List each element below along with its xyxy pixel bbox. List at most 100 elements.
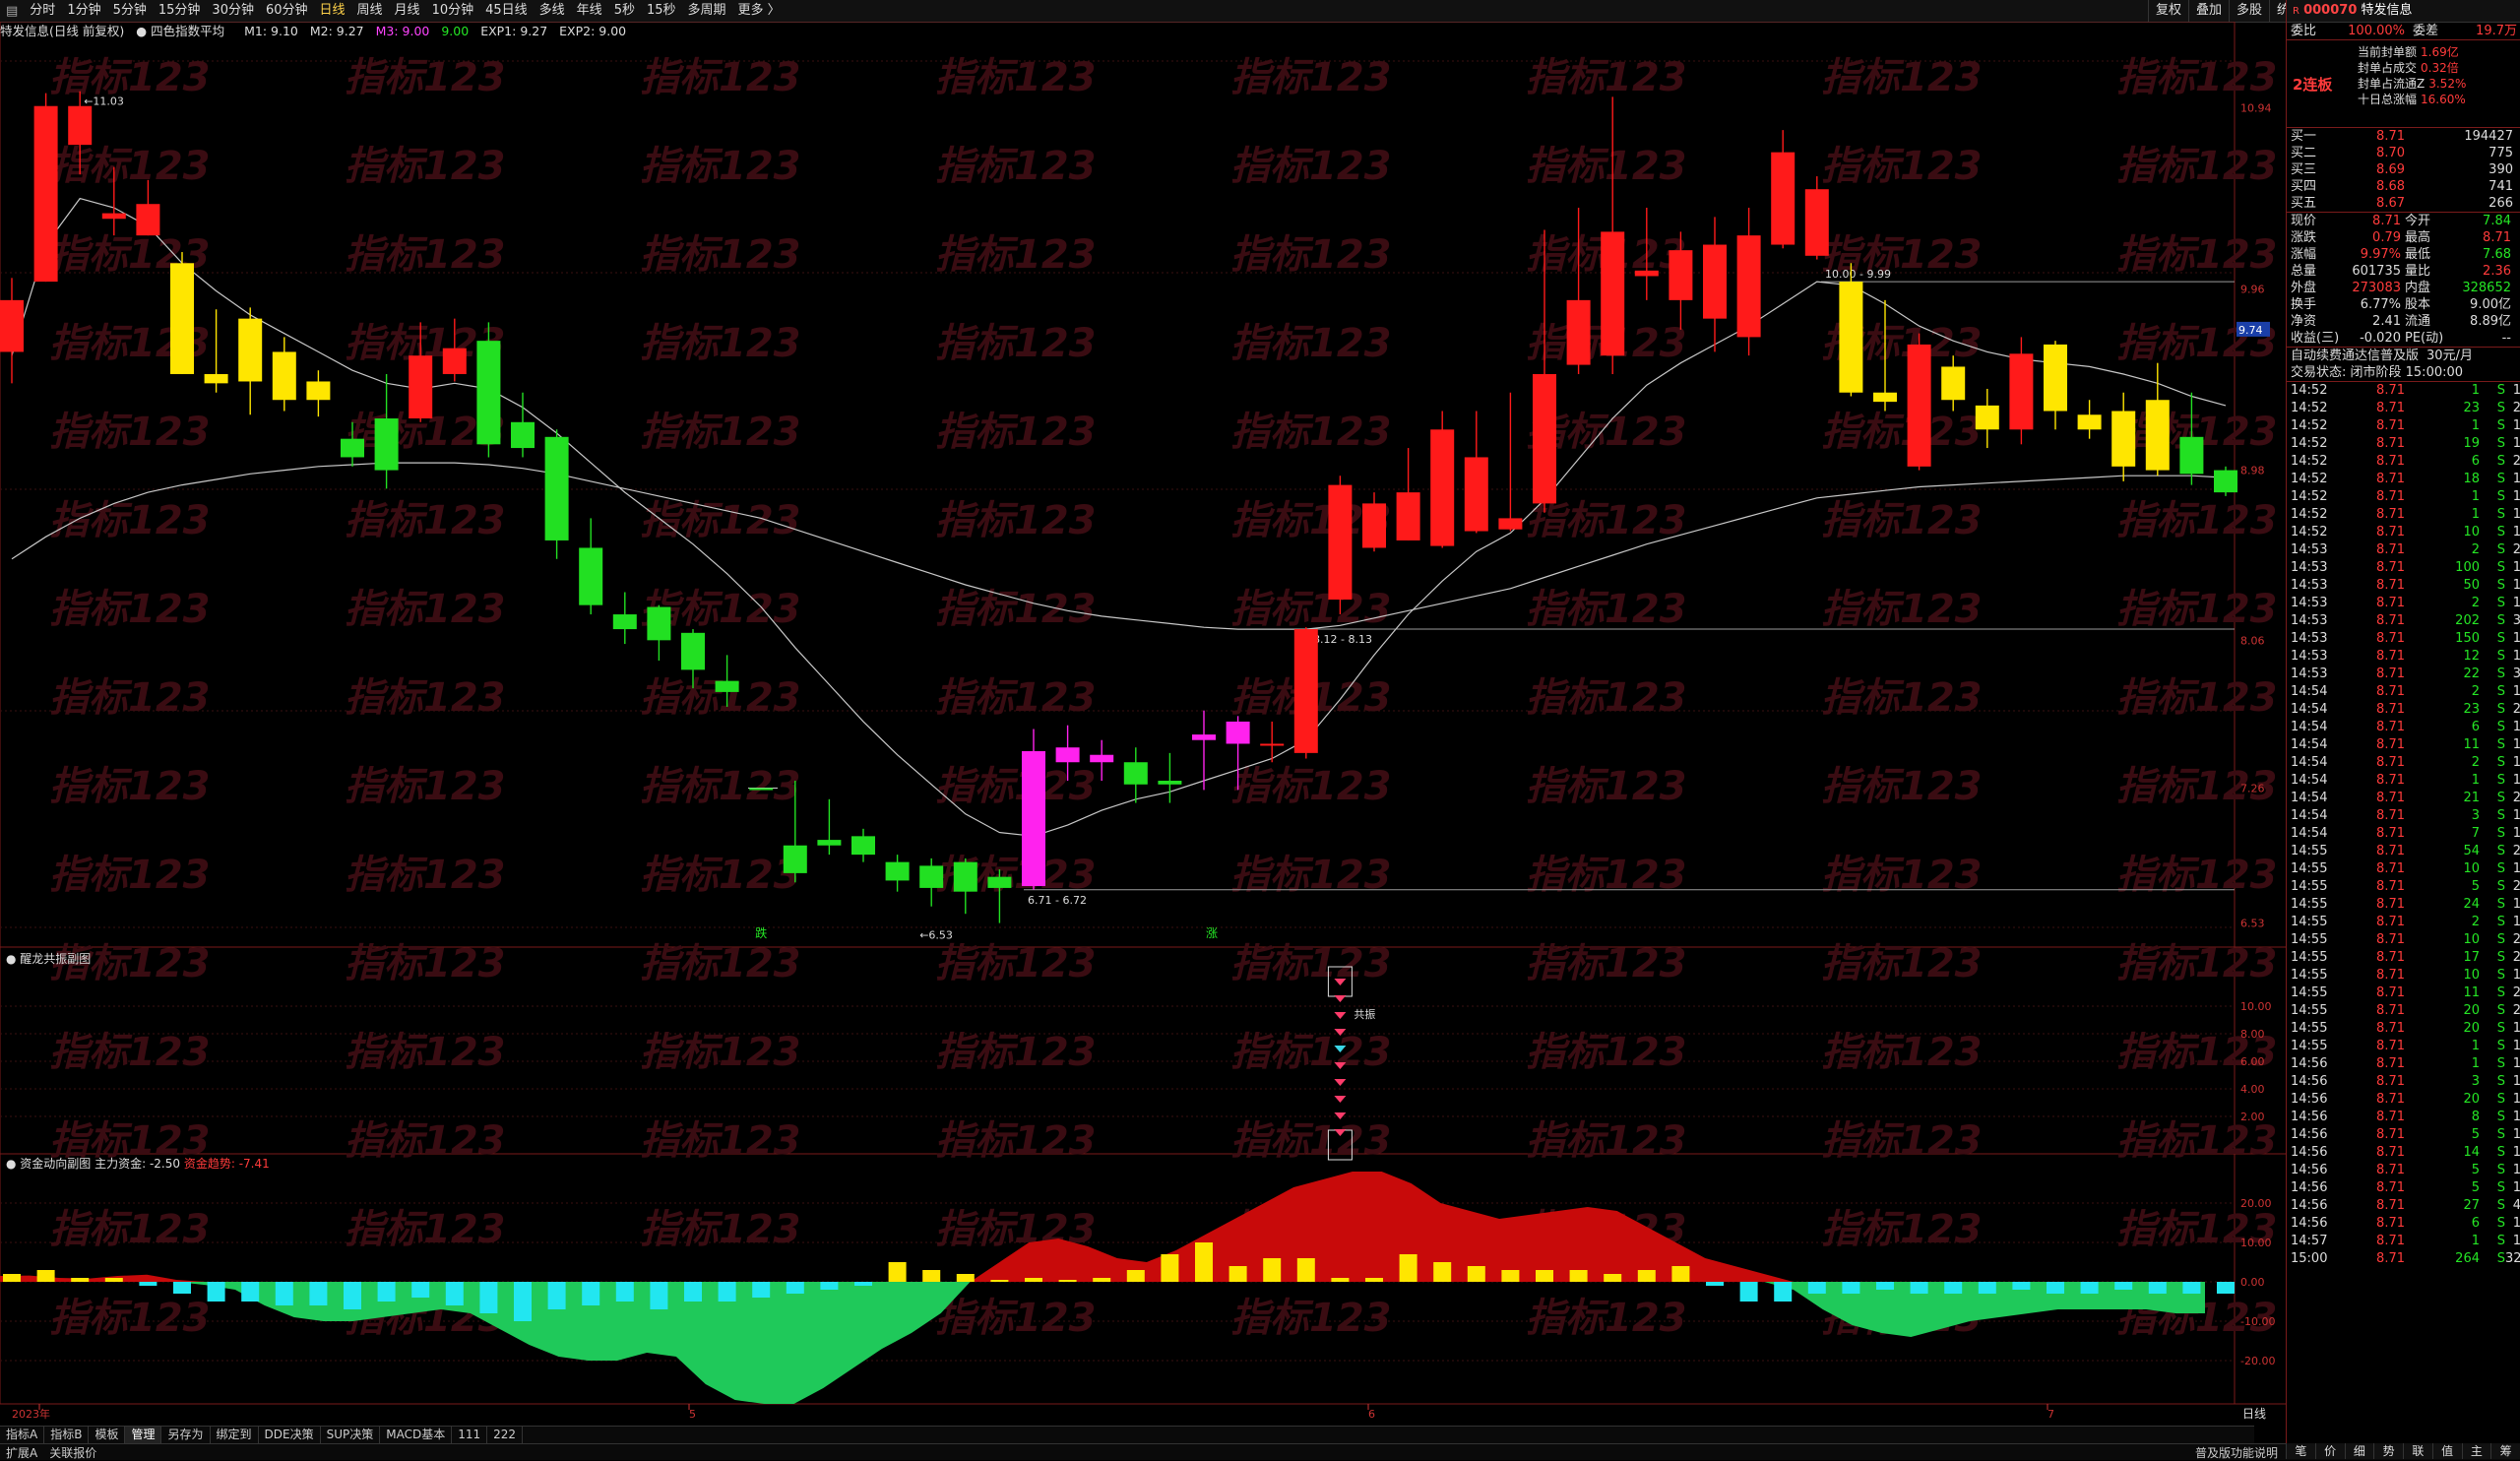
watermark-text: 指标123 bbox=[49, 144, 211, 189]
edition-help-link[interactable]: 普及版功能说明 bbox=[2189, 1444, 2284, 1461]
timeframe-tab[interactable]: 日线 bbox=[314, 0, 351, 22]
panel-tab[interactable]: 联 bbox=[2403, 1443, 2432, 1459]
fund-bar bbox=[377, 1282, 396, 1302]
chart-tool-button[interactable]: 多股 bbox=[2228, 0, 2269, 22]
watermark-text: 指标123 bbox=[640, 144, 801, 189]
panel-tab[interactable]: 值 bbox=[2431, 1443, 2462, 1459]
indicator-tab[interactable]: 模板 bbox=[89, 1427, 126, 1443]
timeframe-tab[interactable]: 周线 bbox=[351, 0, 389, 22]
tick-count: 1 bbox=[2512, 1056, 2520, 1071]
seal-list: 当前封单额 1.69亿 封单占成交 0.32倍 封单占流通Z 3.52% 十日总涨幅 16.6… bbox=[2358, 44, 2466, 107]
timeframe-tab[interactable]: 45日线 bbox=[479, 0, 534, 22]
timeframe-tab[interactable]: 15分钟 bbox=[153, 0, 207, 22]
timeframe-tab[interactable]: 10分钟 bbox=[426, 0, 480, 22]
tick-count: 2 bbox=[2512, 844, 2520, 858]
timeframe-tab[interactable]: 30分钟 bbox=[206, 0, 260, 22]
indicator-tab[interactable]: 管理 bbox=[125, 1427, 162, 1443]
watermark-text: 指标123 bbox=[1526, 1030, 1687, 1075]
tick-volume: 54 bbox=[2463, 844, 2480, 858]
tick-side: S bbox=[2496, 1216, 2505, 1231]
bid-row[interactable]: 买一 8.71 194427 bbox=[2287, 128, 2520, 145]
tick-row: 14:56 8.71 27 S 4 bbox=[2287, 1197, 2520, 1215]
tick-time: 14:55 bbox=[2291, 968, 2328, 983]
candle-body bbox=[33, 105, 58, 283]
panel3-axis-label: -20.00 bbox=[2240, 1355, 2275, 1367]
fund-bar bbox=[2047, 1282, 2064, 1294]
timeframe-tab[interactable]: 年线 bbox=[571, 0, 608, 22]
tick-volume: 50 bbox=[2463, 578, 2480, 593]
panel-tab[interactable]: 价 bbox=[2314, 1443, 2345, 1459]
panel-tab[interactable]: 筹 bbox=[2490, 1443, 2520, 1459]
quote-value: 0.79 bbox=[2372, 230, 2401, 245]
tick-count: 2 bbox=[2512, 1003, 2520, 1018]
timeframe-tab[interactable]: 更多 〉 bbox=[732, 0, 787, 22]
indicator-tab[interactable]: MACD基本 bbox=[380, 1427, 453, 1443]
tick-price: 8.71 bbox=[2376, 879, 2405, 894]
stock-code: 000070 bbox=[2303, 3, 2358, 18]
chart-tool-button[interactable]: 复权 bbox=[2147, 0, 2188, 22]
timeframe-tab[interactable]: 多周期 bbox=[682, 0, 732, 22]
tick-row: 14:52 8.71 6 S 2 bbox=[2287, 453, 2520, 471]
gem-icon bbox=[1334, 1079, 1347, 1086]
fee-row[interactable]: 自动续费通达信普及版 30元/月 bbox=[2287, 347, 2520, 364]
chart-tool-button[interactable]: 叠加 bbox=[2187, 0, 2229, 22]
panel-tab[interactable]: 细 bbox=[2344, 1443, 2374, 1459]
indicator-tab[interactable]: 指标B bbox=[44, 1427, 90, 1443]
bid-row[interactable]: 买五 8.67 266 bbox=[2287, 195, 2520, 212]
watermark-text: 指标123 bbox=[49, 410, 211, 455]
bid-price: 8.71 bbox=[2376, 129, 2405, 144]
watermark-text: 指标123 bbox=[49, 1030, 211, 1075]
indicator-tab[interactable]: 指标A bbox=[0, 1427, 45, 1443]
watermark-text: 指标123 bbox=[345, 587, 506, 632]
menu-icon[interactable]: ▤ bbox=[0, 4, 24, 19]
indicator-tab[interactable]: 绑定到 bbox=[211, 1427, 259, 1443]
fund-bar bbox=[2217, 1282, 2235, 1294]
tick-count: 1 bbox=[2512, 1074, 2520, 1089]
tick-side: S bbox=[2496, 472, 2505, 486]
watermark-text: 指标123 bbox=[345, 144, 506, 189]
bid-row[interactable]: 买二 8.70 775 bbox=[2287, 145, 2520, 161]
timeframe-tab[interactable]: 月线 bbox=[389, 0, 426, 22]
timeframe-tab[interactable]: 分时 bbox=[24, 0, 61, 22]
tick-price: 8.71 bbox=[2376, 1056, 2405, 1071]
timeframe-tabs: 分时 1分钟 5分钟 15分钟 30分钟 60分钟 日线 周线 月线 10分钟 45日线 多线 年线 5秒… bbox=[24, 0, 786, 22]
timeframe-tab[interactable]: 5秒 bbox=[608, 0, 641, 22]
watermark-text: 指标123 bbox=[1526, 1296, 1687, 1341]
seal-info-item: 十日总涨幅 16.60% bbox=[2358, 92, 2466, 107]
tick-count: 1 bbox=[2512, 1180, 2520, 1195]
timeframe-tab[interactable]: 15秒 bbox=[641, 0, 682, 22]
gem-icon bbox=[1334, 1096, 1347, 1103]
watermark-text: 指标123 bbox=[2116, 232, 2278, 278]
status-item-expand[interactable]: 扩展A bbox=[0, 1444, 43, 1461]
status-item-linked-quote[interactable]: 关联报价 bbox=[43, 1444, 102, 1461]
tick-time: 14:56 bbox=[2291, 1180, 2328, 1195]
bid-price: 8.68 bbox=[2376, 179, 2405, 194]
panel-tab[interactable]: 主 bbox=[2461, 1443, 2491, 1459]
panel2-axis-label: 10.00 bbox=[2240, 1000, 2272, 1013]
indicator-tab[interactable]: 111 bbox=[452, 1427, 488, 1443]
fund-bar bbox=[615, 1282, 634, 1302]
indicator-tab[interactable]: 222 bbox=[487, 1427, 524, 1443]
quote-value: 8.71 bbox=[2483, 230, 2511, 245]
bid-row[interactable]: 买四 8.68 741 bbox=[2287, 178, 2520, 195]
weibi-row: 委比 100.00% 委差 19.7万 bbox=[2287, 23, 2520, 39]
watermark-text: 指标123 bbox=[345, 1118, 506, 1164]
panel-tab[interactable]: 笔 bbox=[2286, 1443, 2315, 1459]
stock-name: 特发信息 bbox=[2361, 3, 2413, 18]
tick-time: 14:53 bbox=[2291, 649, 2328, 664]
bid-row[interactable]: 买三 8.69 390 bbox=[2287, 161, 2520, 178]
timeframe-tab[interactable]: 60分钟 bbox=[260, 0, 314, 22]
tick-time: 14:52 bbox=[2291, 383, 2328, 398]
timeframe-tab[interactable]: 1分钟 bbox=[61, 0, 106, 22]
indicator-tab[interactable]: SUP决策 bbox=[321, 1427, 381, 1443]
indicator-tab[interactable]: 另存为 bbox=[161, 1427, 211, 1443]
indicator-tab[interactable]: DDE决策 bbox=[259, 1427, 321, 1443]
timeframe-tab[interactable]: 多线 bbox=[534, 0, 571, 22]
tick-side: S bbox=[2496, 737, 2505, 752]
signal-mark: 涨 bbox=[1206, 925, 1218, 940]
tick-side: S bbox=[2496, 684, 2505, 699]
tick-volume: 1 bbox=[2471, 489, 2480, 504]
panel-tab[interactable]: 势 bbox=[2373, 1443, 2403, 1459]
kline-chart[interactable]: 指标123 指标123 指标123 指标123 指标123 指标123 指标123 指标123… bbox=[0, 22, 2286, 1426]
timeframe-tab[interactable]: 5分钟 bbox=[107, 0, 153, 22]
